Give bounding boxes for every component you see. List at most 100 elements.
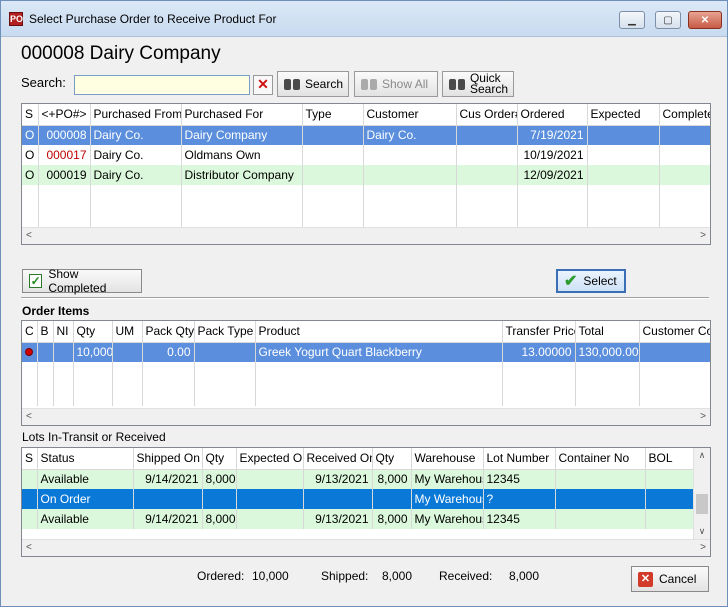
cell-lot: ? [483, 489, 556, 509]
scroll-right-icon[interactable]: > [700, 230, 706, 241]
col-header[interactable]: Purchased From [90, 104, 182, 126]
col-header[interactable]: Qty [202, 448, 237, 470]
col-header[interactable]: UM [112, 321, 143, 343]
table-row[interactable]: On Order My Warehouse ? [22, 489, 695, 509]
divider [21, 297, 709, 299]
table-row[interactable]: 10,000 0.00 Greek Yogurt Quart Blackberr… [22, 342, 710, 362]
col-header[interactable]: Lot Number [483, 448, 556, 470]
table-row[interactable]: O 000008 Dairy Co. Dairy Company Dairy C… [22, 125, 710, 145]
col-header[interactable]: Shipped On [133, 448, 203, 470]
scroll-up-icon[interactable]: ∧ [694, 450, 710, 461]
cell-complete [659, 165, 710, 185]
cell-po: 000019 [38, 165, 91, 185]
shipped-value: 8,000 [382, 569, 413, 583]
select-button[interactable]: ✔ Select [556, 269, 626, 293]
cell-total: 130,000.00 [575, 342, 640, 362]
col-header[interactable]: Warehouse [411, 448, 484, 470]
col-header[interactable]: Customer Code [639, 321, 710, 343]
cell-lot: 12345 [483, 509, 556, 529]
show-completed-button[interactable]: ✓ Show Completed [22, 267, 142, 295]
col-header[interactable]: Customer [363, 104, 457, 126]
col-header[interactable]: Total [575, 321, 640, 343]
col-header[interactable]: C [22, 321, 38, 343]
search-button[interactable]: Search [277, 71, 349, 97]
cell-ni [53, 342, 74, 362]
cell-qty: 8,000 [202, 469, 237, 489]
scroll-thumb[interactable] [696, 494, 708, 514]
col-header[interactable]: Product [255, 321, 503, 343]
horizontal-scrollbar[interactable]: < > [22, 408, 710, 425]
cell-complete [659, 125, 710, 145]
scroll-down-icon[interactable]: ∨ [694, 526, 710, 537]
col-header[interactable]: NI [53, 321, 74, 343]
dialog-window: PO Select Purchase Order to Receive Prod… [0, 0, 728, 607]
quick-search-button[interactable]: Quick Search [442, 71, 514, 97]
col-header[interactable]: Complete [659, 104, 710, 126]
cell-expected [587, 165, 660, 185]
app-icon: PO [9, 12, 24, 26]
cell-expected [587, 125, 660, 145]
col-header[interactable]: Expected On [236, 448, 304, 470]
col-header[interactable]: Status [37, 448, 134, 470]
scroll-right-icon[interactable]: > [700, 542, 706, 553]
table-row[interactable]: Available 9/14/2021 8,000 9/13/2021 8,00… [22, 509, 695, 529]
binoculars-icon [360, 76, 378, 92]
col-header[interactable]: Expected [587, 104, 660, 126]
cell-po: 000017 [38, 145, 91, 165]
col-header[interactable]: Type [302, 104, 364, 126]
search-button-label: Search [304, 77, 343, 91]
col-header[interactable]: Transfer Price [502, 321, 576, 343]
grid-header: C B NI Qty UM Pack Qty Pack Type Product… [22, 321, 710, 343]
col-header[interactable]: B [37, 321, 54, 343]
cell-type [302, 165, 364, 185]
minimize-button[interactable]: ▁ [619, 11, 645, 29]
quick-search-label-line2: Search [469, 82, 508, 96]
col-header[interactable]: Qty [372, 448, 412, 470]
scroll-left-icon[interactable]: < [26, 411, 32, 422]
col-header[interactable]: S [22, 104, 39, 126]
cell-pack-type [194, 342, 256, 362]
table-row[interactable]: O 000017 Dairy Co. Oldmans Own 10/19/202… [22, 145, 710, 165]
col-header[interactable]: Container No [555, 448, 646, 470]
col-header[interactable]: Qty [73, 321, 113, 343]
table-row[interactable]: Available 9/14/2021 8,000 9/13/2021 8,00… [22, 469, 695, 489]
close-button[interactable]: ✕ [688, 11, 722, 29]
cell-s [22, 509, 38, 529]
col-header[interactable]: BOL [645, 448, 695, 470]
col-header[interactable]: Cus Order# [456, 104, 518, 126]
cell-received-on: 9/13/2021 [303, 509, 373, 529]
scroll-left-icon[interactable]: < [26, 230, 32, 241]
cancel-label: Cancel [659, 572, 697, 586]
received-value: 8,000 [509, 569, 540, 583]
col-header[interactable]: Purchased For [181, 104, 303, 126]
col-header[interactable]: Received On [303, 448, 373, 470]
cell-warehouse: My Warehouse [411, 509, 484, 529]
cell-expected-on [236, 469, 304, 489]
clear-search-button[interactable]: ✕ [253, 75, 273, 95]
col-header[interactable]: Ordered [517, 104, 588, 126]
col-header[interactable]: <+PO#> [38, 104, 91, 126]
col-header[interactable]: Pack Qty [142, 321, 195, 343]
cell-qty-received: 8,000 [372, 469, 412, 489]
table-row[interactable]: O 000019 Dairy Co. Distributor Company 1… [22, 165, 710, 185]
cell-cus-order [456, 125, 518, 145]
cell-transfer-price: 13.00000 [502, 342, 576, 362]
cell-status: O [22, 125, 39, 145]
horizontal-scrollbar[interactable]: < > [22, 539, 710, 556]
col-header[interactable]: Pack Type [194, 321, 256, 343]
show-completed-label: Show Completed [48, 267, 107, 295]
scroll-right-icon[interactable]: > [700, 411, 706, 422]
binoculars-star-icon [448, 76, 466, 92]
show-all-button[interactable]: Show All [354, 71, 438, 97]
cancel-button[interactable]: ✕ Cancel [631, 566, 709, 592]
order-items-title: Order Items [22, 304, 90, 318]
scroll-left-icon[interactable]: < [26, 542, 32, 553]
vertical-scrollbar[interactable]: ∧ ∨ [693, 448, 710, 539]
maximize-button[interactable]: ▢ [655, 11, 681, 29]
search-input[interactable] [74, 75, 250, 95]
horizontal-scrollbar[interactable]: < > [22, 227, 710, 244]
cell-cus-order [456, 165, 518, 185]
cell-um [112, 342, 143, 362]
col-header[interactable]: S [22, 448, 38, 470]
cell-status: O [22, 145, 39, 165]
